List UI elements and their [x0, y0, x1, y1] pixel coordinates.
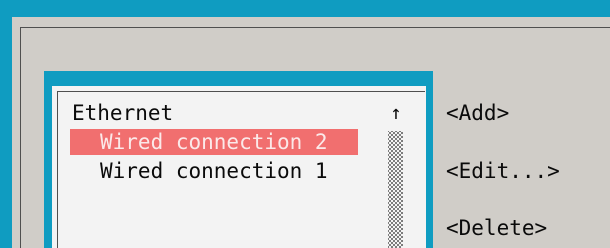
scroll-up-arrow-icon[interactable]: ↑ [386, 100, 406, 126]
edit-button[interactable]: <Edit...> [446, 158, 560, 184]
list-item-wired-connection-1[interactable]: Wired connection 1 [100, 158, 328, 184]
scrollbar-track[interactable] [388, 131, 403, 248]
delete-button[interactable]: <Delete> [446, 215, 547, 241]
list-item-wired-connection-2[interactable]: Wired connection 2 [70, 129, 358, 155]
add-button[interactable]: <Add> [446, 100, 509, 126]
list-group-ethernet: Ethernet [72, 101, 174, 125]
